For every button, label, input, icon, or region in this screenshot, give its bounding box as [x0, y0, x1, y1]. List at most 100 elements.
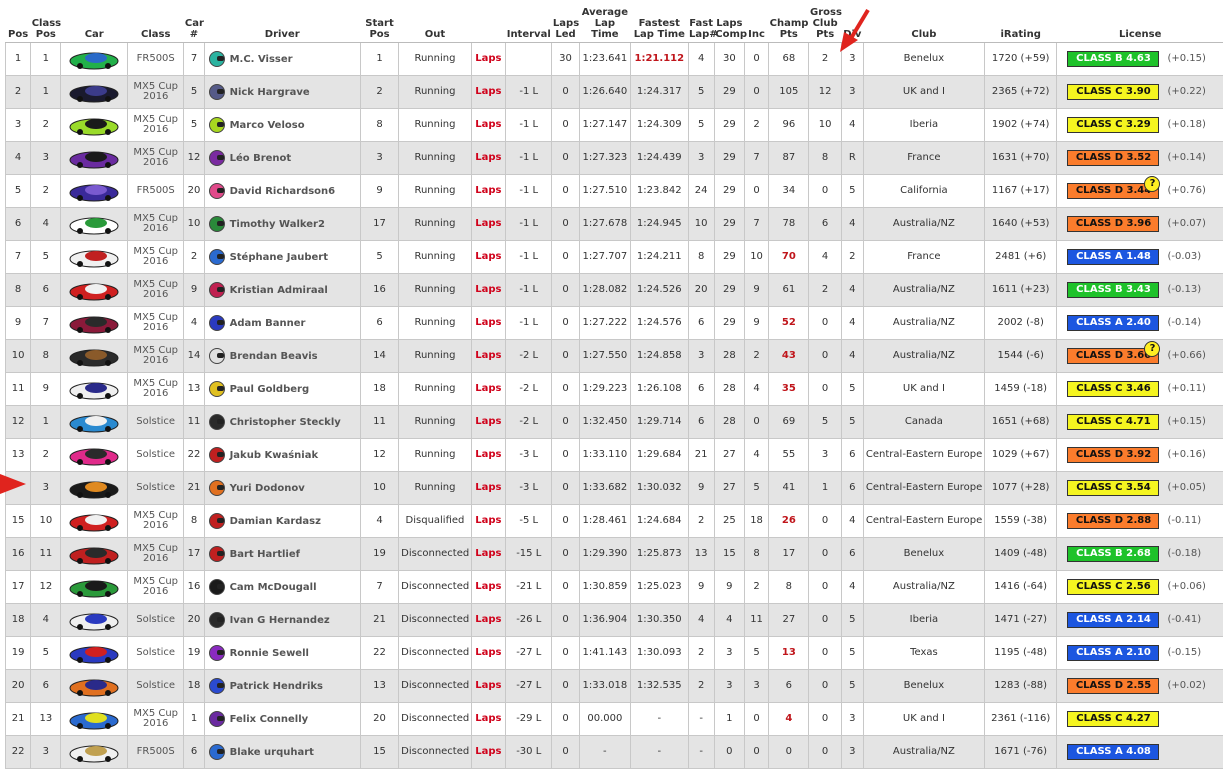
car-cell[interactable] — [61, 307, 128, 340]
driver-name-link[interactable]: Bart Hartlief — [230, 549, 300, 560]
mx5-car-icon[interactable] — [68, 516, 120, 527]
header-interval[interactable]: Interval — [506, 6, 552, 43]
driver-name-link[interactable]: Patrick Hendriks — [230, 681, 323, 692]
driver-cell[interactable]: Christopher Steckly — [204, 406, 360, 439]
driver-name-link[interactable]: Léo Brenot — [230, 153, 292, 164]
mx5-car-icon[interactable] — [68, 252, 120, 263]
laps-link[interactable]: Laps — [471, 472, 505, 505]
driver-name-link[interactable]: Marco Veloso — [230, 120, 305, 131]
driver-name-link[interactable]: Timothy Walker2 — [230, 219, 325, 230]
driver-name-link[interactable]: Stéphane Jaubert — [230, 252, 328, 263]
laps-link[interactable]: Laps — [471, 406, 505, 439]
mx5-car-icon[interactable] — [68, 582, 120, 593]
header-out[interactable]: Out — [399, 6, 472, 43]
laps-link[interactable]: Laps — [471, 307, 505, 340]
solstice-car-icon[interactable] — [68, 615, 120, 626]
car-cell[interactable] — [61, 670, 128, 703]
driver-name-link[interactable]: Nick Hargrave — [230, 87, 310, 98]
laps-link[interactable]: Laps — [471, 241, 505, 274]
driver-name-link[interactable]: Jakub Kwaśniak — [230, 450, 319, 461]
solstice-car-icon[interactable] — [68, 450, 120, 461]
laps-link[interactable]: Laps — [471, 142, 505, 175]
question-icon[interactable]: ? — [1144, 176, 1160, 192]
driver-cell[interactable]: Bart Hartlief — [204, 538, 360, 571]
header-fastest-lap[interactable]: Fastest Lap Time — [631, 6, 688, 43]
laps-link[interactable]: Laps — [471, 208, 505, 241]
header-class[interactable]: Class — [127, 6, 183, 43]
mx5-car-icon[interactable] — [68, 120, 120, 131]
driver-name-link[interactable]: Christopher Steckly — [230, 417, 341, 428]
header-irating[interactable]: iRating — [984, 6, 1057, 43]
header-champ-pts[interactable]: Champ Pts — [769, 6, 809, 43]
solstice-car-icon[interactable] — [68, 681, 120, 692]
fr500s-car-icon[interactable] — [68, 186, 120, 197]
driver-name-link[interactable]: Cam McDougall — [230, 582, 317, 593]
header-laps-led[interactable]: Laps Led — [552, 6, 579, 43]
header-license[interactable]: License — [1057, 6, 1223, 43]
header-club[interactable]: Club — [863, 6, 984, 43]
header-start-pos[interactable]: Start Pos — [360, 6, 398, 43]
laps-link[interactable]: Laps — [471, 76, 505, 109]
mx5-car-icon[interactable] — [68, 351, 120, 362]
driver-name-link[interactable]: David Richardson6 — [230, 186, 336, 197]
laps-link[interactable]: Laps — [471, 274, 505, 307]
header-avg-lap[interactable]: Average Lap Time — [579, 6, 630, 43]
driver-name-link[interactable]: Ivan G Hernandez — [230, 615, 330, 626]
car-cell[interactable] — [61, 505, 128, 538]
driver-cell[interactable]: Felix Connelly — [204, 703, 360, 736]
car-cell[interactable] — [61, 406, 128, 439]
mx5-car-icon[interactable] — [68, 153, 120, 164]
mx5-car-icon[interactable] — [68, 549, 120, 560]
driver-name-link[interactable]: Yuri Dodonov — [230, 483, 305, 494]
car-cell[interactable] — [61, 373, 128, 406]
solstice-car-icon[interactable] — [68, 417, 120, 428]
driver-cell[interactable]: Patrick Hendriks — [204, 670, 360, 703]
header-driver[interactable]: Driver — [204, 6, 360, 43]
laps-link[interactable]: Laps — [471, 670, 505, 703]
mx5-car-icon[interactable] — [68, 318, 120, 329]
driver-cell[interactable]: Nick Hargrave — [204, 76, 360, 109]
fr500s-car-icon[interactable] — [68, 54, 120, 65]
car-cell[interactable] — [61, 340, 128, 373]
solstice-car-icon[interactable] — [68, 648, 120, 659]
driver-cell[interactable]: Paul Goldberg — [204, 373, 360, 406]
header-gross-club-pts[interactable]: Gross Club Pts — [809, 6, 841, 43]
driver-name-link[interactable]: Brendan Beavis — [230, 351, 318, 362]
driver-name-link[interactable]: Paul Goldberg — [230, 384, 310, 395]
laps-link[interactable]: Laps — [471, 703, 505, 736]
car-cell[interactable] — [61, 43, 128, 76]
header-class-pos[interactable]: Class Pos — [31, 6, 61, 43]
mx5-car-icon[interactable] — [68, 714, 120, 725]
driver-cell[interactable]: Ivan G Hernandez — [204, 604, 360, 637]
mx5-car-icon[interactable] — [68, 219, 120, 230]
driver-cell[interactable]: M.C. Visser — [204, 43, 360, 76]
car-cell[interactable] — [61, 109, 128, 142]
driver-cell[interactable]: Stéphane Jaubert — [204, 241, 360, 274]
header-inc[interactable]: Inc — [744, 6, 768, 43]
laps-link[interactable]: Laps — [471, 340, 505, 373]
driver-name-link[interactable]: Adam Banner — [230, 318, 306, 329]
laps-link[interactable]: Laps — [471, 637, 505, 670]
header-car-num[interactable]: Car # — [184, 6, 204, 43]
driver-cell[interactable]: Timothy Walker2 — [204, 208, 360, 241]
car-cell[interactable] — [61, 604, 128, 637]
car-cell[interactable] — [61, 472, 128, 505]
laps-link[interactable]: Laps — [471, 604, 505, 637]
laps-link[interactable]: Laps — [471, 43, 505, 76]
driver-cell[interactable]: Yuri Dodonov — [204, 472, 360, 505]
laps-link[interactable]: Laps — [471, 175, 505, 208]
header-car[interactable]: Car — [61, 6, 128, 43]
laps-link[interactable]: Laps — [471, 538, 505, 571]
driver-cell[interactable]: Léo Brenot — [204, 142, 360, 175]
driver-cell[interactable]: Kristian Admiraal — [204, 274, 360, 307]
driver-name-link[interactable]: Felix Connelly — [230, 714, 309, 725]
fr500s-car-icon[interactable] — [68, 747, 120, 758]
header-laps-comp[interactable]: Laps Comp — [714, 6, 744, 43]
laps-link[interactable]: Laps — [471, 505, 505, 538]
driver-cell[interactable]: Ronnie Sewell — [204, 637, 360, 670]
mx5-car-icon[interactable] — [68, 384, 120, 395]
laps-link[interactable]: Laps — [471, 736, 505, 769]
car-cell[interactable] — [61, 142, 128, 175]
laps-link[interactable]: Laps — [471, 439, 505, 472]
driver-cell[interactable]: Cam McDougall — [204, 571, 360, 604]
